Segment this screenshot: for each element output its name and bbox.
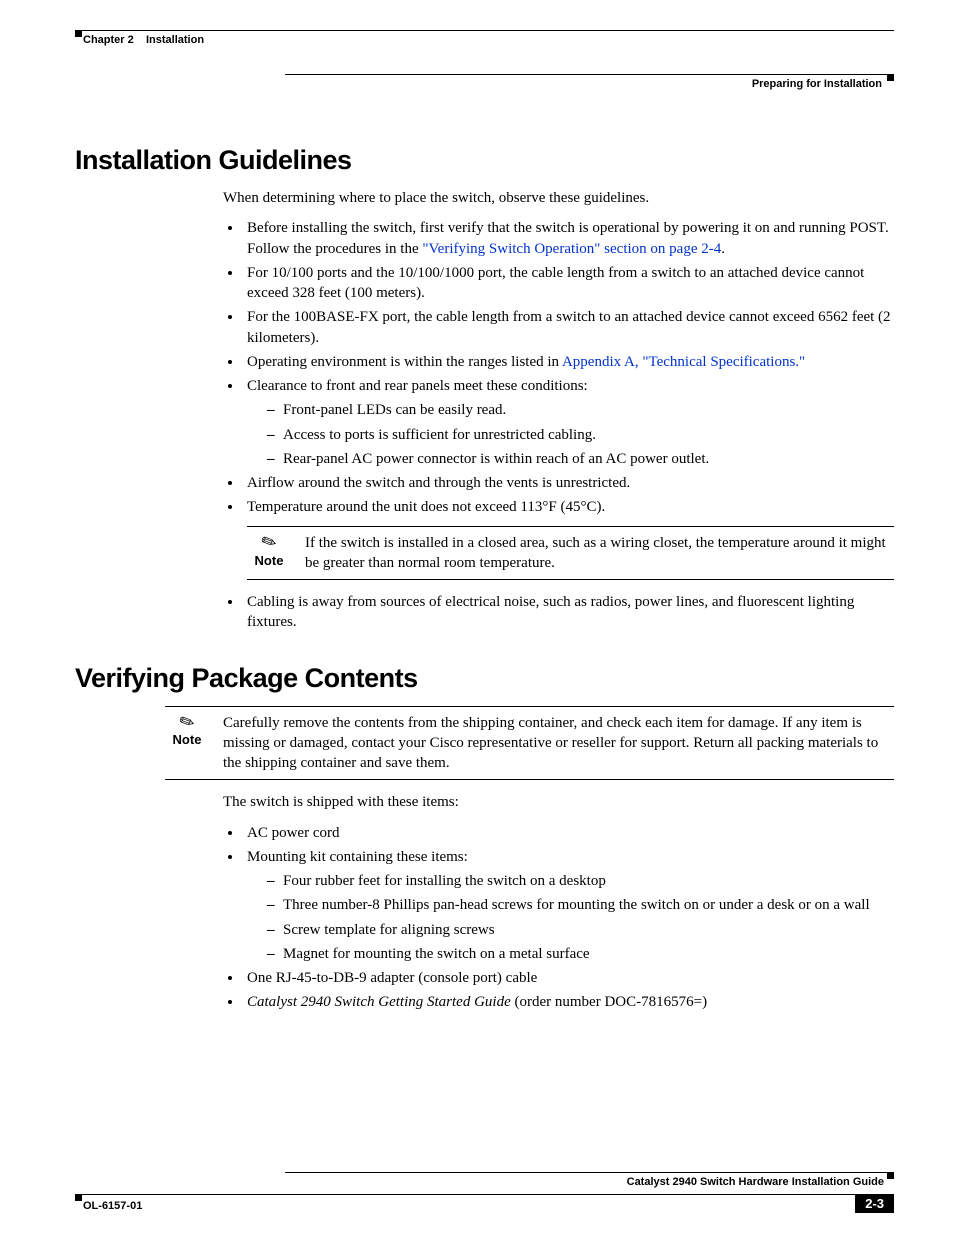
verify-sublist-mounting-kit: Four rubber feet for installing the swit…: [267, 871, 894, 964]
footer-doc-id: OL-6157-01: [83, 1200, 142, 1212]
page-footer: Catalyst 2940 Switch Hardware Installati…: [75, 1172, 894, 1213]
note-text: Carefully remove the contents from the s…: [223, 713, 894, 774]
chapter-line: Chapter 2 Installation: [83, 34, 894, 46]
footer-guide-name: Catalyst 2940 Switch Hardware Installati…: [285, 1176, 884, 1188]
chapter-label: Chapter 2: [83, 34, 134, 46]
list-item: Screw template for aligning screws: [267, 920, 894, 940]
footer-rule-lower: [75, 1194, 894, 1195]
heading-installation-guidelines: Installation Guidelines: [75, 145, 894, 176]
header-rule-top: [75, 30, 894, 31]
guidelines-sublist-clearance: Front-panel LEDs can be easily read. Acc…: [267, 400, 894, 469]
list-item: Before installing the switch, first veri…: [243, 218, 894, 259]
list-item: For 10/100 ports and the 10/100/1000 por…: [243, 263, 894, 304]
guidelines-list: Before installing the switch, first veri…: [243, 218, 894, 632]
text: Clearance to front and rear panels meet …: [247, 378, 588, 394]
text: Mounting kit containing these items:: [247, 849, 468, 865]
list-item: Rear-panel AC power connector is within …: [267, 449, 894, 469]
note-temperature: ✎ Note If the switch is installed in a c…: [247, 526, 894, 581]
list-item: Cabling is away from sources of electric…: [243, 592, 894, 633]
list-item: AC power cord: [243, 823, 894, 843]
verify-list: AC power cord Mounting kit containing th…: [243, 823, 894, 1013]
getting-started-guide-title: Catalyst 2940 Switch Getting Started Gui…: [247, 994, 511, 1010]
link-appendix-a[interactable]: Appendix A, "Technical Specifications.": [562, 354, 805, 370]
list-item: Front-panel LEDs can be easily read.: [267, 400, 894, 420]
page-number-badge: 2-3: [855, 1194, 894, 1213]
text: .: [721, 241, 725, 257]
list-item: Access to ports is sufficient for unrest…: [267, 425, 894, 445]
footer-rule-upper: [285, 1172, 894, 1173]
header-rule-sub: [285, 74, 894, 75]
list-item: Operating environment is within the rang…: [243, 352, 894, 372]
list-item: Clearance to front and rear panels meet …: [243, 376, 894, 469]
text: Operating environment is within the rang…: [247, 354, 562, 370]
list-item: For the 100BASE-FX port, the cable lengt…: [243, 307, 894, 348]
list-item: Magnet for mounting the switch on a meta…: [267, 944, 894, 964]
text: (order number DOC-7816576=): [511, 994, 707, 1010]
list-item: Temperature around the unit does not exc…: [243, 497, 894, 580]
heading-verifying-package-contents: Verifying Package Contents: [75, 663, 894, 694]
guidelines-intro: When determining where to place the swit…: [223, 188, 894, 208]
note-package-contents: ✎ Note Carefully remove the contents fro…: [165, 706, 894, 781]
header-section-right: Preparing for Installation: [285, 78, 882, 90]
note-text: If the switch is installed in a closed a…: [305, 533, 894, 574]
list-item: One RJ-45-to-DB-9 adapter (console port)…: [243, 968, 894, 988]
list-item: Airflow around the switch and through th…: [243, 473, 894, 493]
list-item: Catalyst 2940 Switch Getting Started Gui…: [243, 992, 894, 1012]
list-item: Mounting kit containing these items: Fou…: [243, 847, 894, 964]
text: Temperature around the unit does not exc…: [247, 499, 605, 515]
list-item: Four rubber feet for installing the swit…: [267, 871, 894, 891]
link-verify-operation[interactable]: "Verifying Switch Operation" section on …: [422, 241, 721, 257]
verify-intro: The switch is shipped with these items:: [223, 792, 894, 812]
list-item: Three number-8 Phillips pan-head screws …: [267, 895, 894, 915]
chapter-title: Installation: [146, 34, 204, 46]
